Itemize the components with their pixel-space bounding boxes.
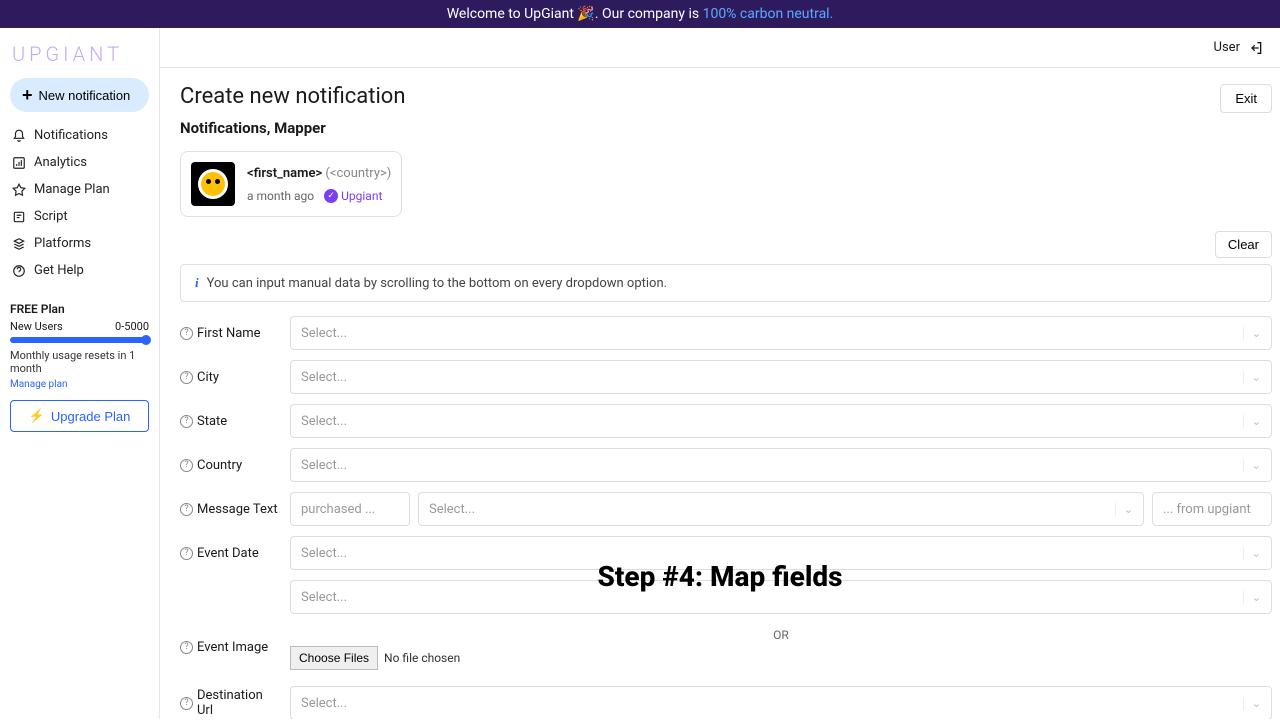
help-icon: ?	[180, 459, 193, 472]
info-icon: i	[195, 275, 199, 291]
chevron-down-icon: ⌄	[1243, 415, 1261, 428]
plan-reset-note: Monthly usage resets in 1 month	[10, 349, 149, 375]
or-separator: OR	[290, 628, 1272, 642]
help-icon: ?	[180, 697, 193, 710]
star-icon	[12, 183, 26, 197]
upgrade-plan-button[interactable]: ⚡ Upgrade Plan	[10, 400, 149, 432]
sidebar: UPGIANT + New notification Notifications…	[0, 28, 160, 719]
help-icon	[12, 264, 26, 278]
help-icon: ?	[180, 371, 193, 384]
sidebar-item-notifications[interactable]: Notifications	[10, 122, 149, 149]
main: User Create new notification Exit Notifi…	[160, 28, 1280, 719]
message-suffix-input[interactable]: ... from upgiant	[1152, 492, 1272, 526]
user-label[interactable]: User	[1214, 40, 1240, 55]
message-select[interactable]: Select...⌄	[418, 492, 1144, 526]
chart-icon	[12, 156, 26, 170]
help-icon: ?	[180, 327, 193, 340]
state-select[interactable]: Select...⌄	[290, 404, 1272, 438]
sidebar-item-analytics[interactable]: Analytics	[10, 149, 149, 176]
chevron-down-icon: ⌄	[1243, 547, 1261, 560]
event-date-select[interactable]: Select...⌄	[290, 536, 1272, 570]
logo: UPGIANT	[10, 38, 149, 78]
chevron-down-icon: ⌄	[1115, 503, 1133, 516]
sidebar-item-script[interactable]: Script	[10, 203, 149, 230]
plan-manage-link[interactable]: Manage plan	[10, 379, 149, 390]
label-first-name: First Name	[197, 326, 261, 341]
bolt-icon: ⚡	[29, 408, 45, 424]
logout-icon[interactable]	[1248, 40, 1264, 56]
plus-icon: +	[22, 86, 33, 104]
plan-usage-bar	[10, 337, 149, 343]
sidebar-item-manage-plan[interactable]: Manage Plan	[10, 176, 149, 203]
preview-first-name: <first_name>	[247, 166, 322, 181]
plan-metric-label: New Users	[10, 320, 63, 333]
preview-verified: ✓ Upgiant	[324, 189, 382, 203]
page-title: Create new notification	[180, 84, 406, 109]
banner-link[interactable]: 100% carbon neutral.	[703, 6, 834, 22]
label-destination-url: Destination Url	[197, 688, 280, 718]
bell-icon	[12, 129, 26, 143]
label-country: Country	[197, 458, 242, 473]
sidebar-item-get-help[interactable]: Get Help	[10, 257, 149, 284]
info-text: You can input manual data by scrolling t…	[207, 276, 667, 291]
help-icon: ?	[180, 641, 193, 654]
new-notification-label: New notification	[39, 88, 131, 103]
sidebar-item-platforms[interactable]: Platforms	[10, 230, 149, 257]
chevron-down-icon: ⌄	[1243, 697, 1261, 710]
event-image-select[interactable]: Select...⌄	[290, 580, 1272, 614]
banner-text: Welcome to UpGiant 🎉. Our company is	[447, 6, 703, 22]
chevron-down-icon: ⌄	[1243, 459, 1261, 472]
preview-country: (<country>)	[325, 166, 391, 181]
exit-button[interactable]: Exit	[1220, 84, 1272, 113]
avatar	[191, 162, 235, 206]
help-icon: ?	[180, 547, 193, 560]
new-notification-button[interactable]: + New notification	[10, 78, 149, 112]
plan-block: FREE Plan New Users 0-5000 Monthly usage…	[10, 302, 149, 432]
label-city: City	[197, 370, 219, 385]
clear-button[interactable]: Clear	[1215, 231, 1272, 258]
label-message-text: Message Text	[197, 502, 278, 517]
label-event-date: Event Date	[197, 546, 259, 561]
chevron-down-icon: ⌄	[1243, 371, 1261, 384]
page-subtitle: Notifications, Mapper	[180, 119, 1272, 137]
message-prefix-input[interactable]: purchased ...	[290, 492, 410, 526]
script-icon	[12, 210, 26, 224]
help-icon: ?	[180, 415, 193, 428]
city-select[interactable]: Select...⌄	[290, 360, 1272, 394]
info-box: i You can input manual data by scrolling…	[180, 264, 1272, 302]
file-status: No file chosen	[384, 651, 460, 665]
chevron-down-icon: ⌄	[1243, 327, 1261, 340]
preview-time: a month ago	[247, 189, 314, 203]
top-banner: Welcome to UpGiant 🎉. Our company is 100…	[0, 0, 1280, 28]
plan-title: FREE Plan	[10, 302, 149, 316]
country-select[interactable]: Select...⌄	[290, 448, 1272, 482]
check-icon: ✓	[324, 189, 338, 203]
notification-preview: <first_name> (<country>) a month ago ✓ U…	[180, 151, 402, 217]
label-state: State	[197, 414, 227, 429]
topbar: User	[160, 28, 1280, 68]
label-event-image: Event Image	[197, 640, 268, 655]
plan-metric-range: 0-5000	[115, 320, 149, 333]
chevron-down-icon: ⌄	[1243, 591, 1261, 604]
help-icon: ?	[180, 503, 193, 516]
choose-files-button[interactable]: Choose Files	[290, 646, 378, 670]
platforms-icon	[12, 237, 26, 251]
destination-url-select[interactable]: Select...⌄	[290, 686, 1272, 719]
first-name-select[interactable]: Select...⌄	[290, 316, 1272, 350]
